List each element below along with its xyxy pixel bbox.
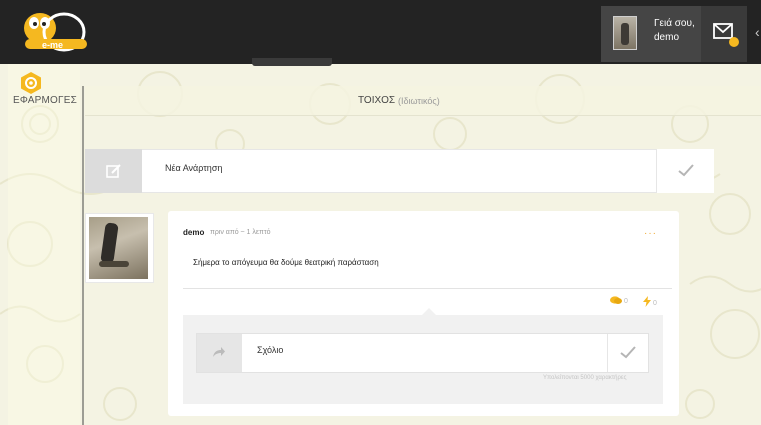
notification-badge: [729, 37, 739, 47]
apps-label[interactable]: ΕΦΑΡΜΟΓΕΣ: [13, 95, 77, 106]
page-title: ΤΟΙΧΟΣ: [358, 95, 396, 106]
gear-icon[interactable]: [19, 71, 43, 95]
share-arrow-icon: [213, 347, 225, 357]
comment-icon-box: [197, 334, 242, 372]
post-submit-button[interactable]: [656, 149, 714, 193]
user-greeting: Γειά σου, demo: [654, 17, 695, 45]
avatar[interactable]: [89, 217, 148, 279]
like-count[interactable]: 0: [643, 296, 657, 307]
post-menu-button[interactable]: ···: [644, 228, 657, 239]
user-avatar: [613, 16, 637, 50]
cover-photo-strip: [252, 58, 332, 66]
chevron-left-icon[interactable]: ‹: [755, 24, 760, 40]
edit-icon: [106, 164, 121, 178]
check-icon: [678, 164, 694, 177]
greeting-line: Γειά σου,: [654, 18, 695, 29]
eme-logo[interactable]: e-me: [20, 8, 92, 58]
page-subtitle: (Ιδιωτικός): [398, 96, 440, 106]
post-body: Σήμερα το απόγευμα θα δούμε θεατρική παρ…: [193, 258, 379, 267]
envelope-icon: [713, 23, 733, 39]
remaining-characters: Υπολείπονται 5000 χαρακτήρες: [543, 375, 627, 381]
new-post-input[interactable]: Νέα Ανάρτηση: [165, 163, 222, 173]
post-timestamp: πριν από ~ 1 λεπτό: [210, 229, 271, 236]
user-name: demo: [654, 32, 680, 43]
composer-icon-box: [85, 149, 142, 193]
comment-icon: [610, 296, 622, 304]
check-icon: [620, 346, 636, 359]
post-author[interactable]: demo: [183, 228, 204, 237]
sidebar-divider: [82, 86, 84, 425]
comment-count[interactable]: 0: [610, 296, 628, 305]
post-divider: [183, 288, 672, 289]
comment-input[interactable]: Σχόλιο: [257, 345, 283, 355]
comment-submit-button[interactable]: [607, 334, 648, 372]
messages-button[interactable]: [701, 6, 747, 62]
sidebar: [8, 64, 80, 425]
comment-count-value: 0: [623, 298, 628, 305]
user-menu[interactable]: Γειά σου, demo: [601, 6, 701, 62]
like-count-value: 0: [652, 300, 657, 307]
logo-text: e-me: [42, 40, 63, 50]
lightning-icon: [643, 296, 651, 307]
